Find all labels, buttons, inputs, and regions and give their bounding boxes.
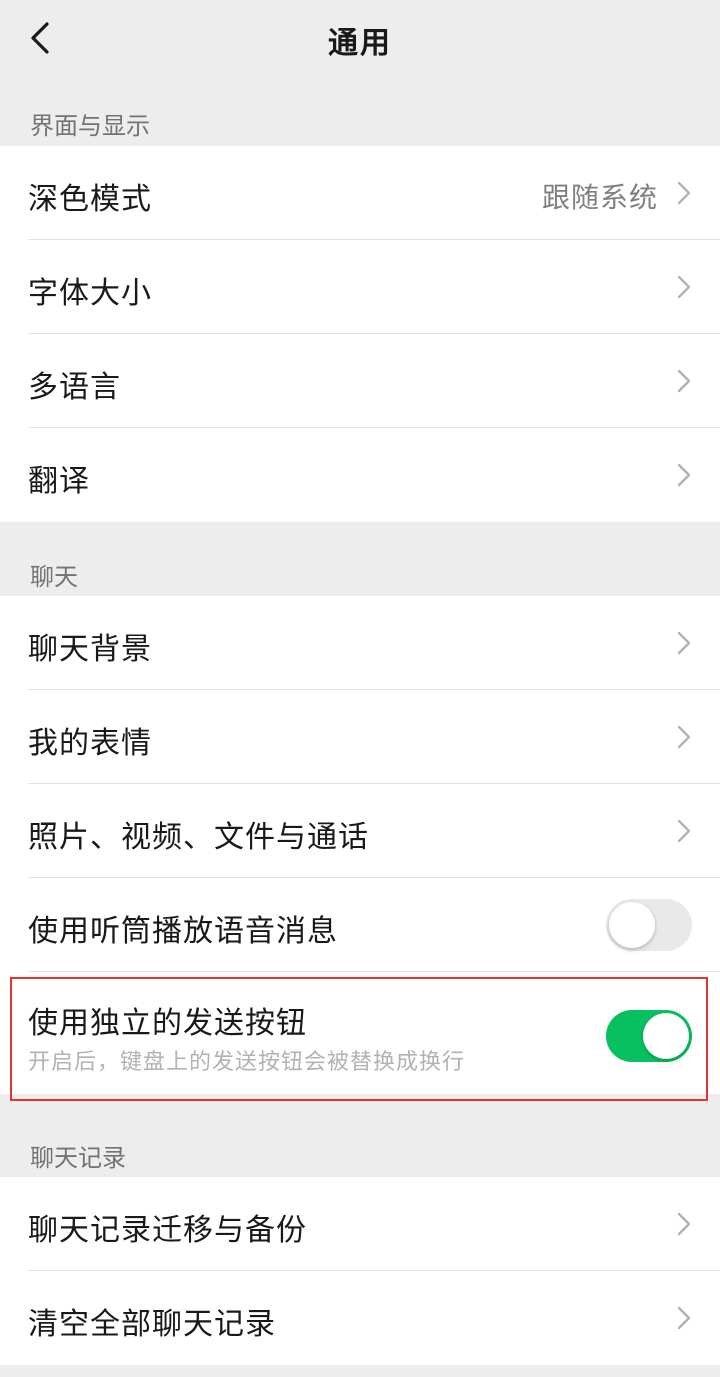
row-my-stickers[interactable]: 我的表情 [0,690,720,784]
row-label: 字体大小 [28,276,152,311]
row-label: 我的表情 [28,726,152,761]
row-label: 照片、视频、文件与通话 [28,820,369,855]
chevron-right-icon [677,369,691,393]
row-value: 跟随系统 [541,181,658,214]
chevron-right-icon [677,725,691,749]
row-label: 使用听筒播放语音消息 [28,914,338,949]
row-language[interactable]: 多语言 [0,334,720,428]
row-separate-send-button: 使用独立的发送按钮 开启后，键盘上的发送按钮会被替换成换行 [0,972,720,1094]
chevron-right-icon [677,1306,691,1330]
toggle-knob [609,902,655,948]
row-sublabel: 开启后，键盘上的发送按钮会被替换成换行 [28,1050,466,1075]
chevron-right-icon [677,1212,691,1236]
settings-group-chat-history: 聊天记录迁移与备份 清空全部聊天记录 [0,1177,720,1365]
row-label: 翻译 [28,464,90,499]
section-header-display: 界面与显示 [30,112,150,140]
page-title: 通用 [328,26,392,61]
settings-group-display: 深色模式 跟随系统 字体大小 多语言 翻译 [0,146,720,522]
row-clear-history[interactable]: 清空全部聊天记录 [0,1271,720,1365]
toggle-knob [643,1013,689,1059]
row-font-size[interactable]: 字体大小 [0,240,720,334]
row-label: 多语言 [28,370,121,405]
chevron-right-icon [677,819,691,843]
row-chat-background[interactable]: 聊天背景 [0,596,720,690]
row-translate[interactable]: 翻译 [0,428,720,522]
nav-bar: 通用 [0,0,720,78]
row-media-files-calls[interactable]: 照片、视频、文件与通话 [0,784,720,878]
row-earpiece-playback: 使用听筒播放语音消息 [0,878,720,972]
row-label: 清空全部聊天记录 [28,1307,276,1342]
chevron-right-icon [677,463,691,487]
section-header-chat-history: 聊天记录 [30,1144,126,1172]
chevron-right-icon [677,181,691,205]
send-button-toggle[interactable] [606,1010,692,1062]
row-dark-mode[interactable]: 深色模式 跟随系统 [0,146,720,240]
row-migrate-backup[interactable]: 聊天记录迁移与备份 [0,1177,720,1271]
section-header-chat: 聊天 [30,563,78,591]
row-label: 深色模式 [28,182,152,217]
row-label: 使用独立的发送按钮 [28,1006,307,1041]
chevron-right-icon [677,631,691,655]
row-label: 聊天背景 [28,632,152,667]
earpiece-toggle[interactable] [606,899,692,951]
chevron-right-icon [677,275,691,299]
row-label: 聊天记录迁移与备份 [28,1213,307,1248]
settings-group-chat: 聊天背景 我的表情 照片、视频、文件与通话 使用听筒播放语音消息 使用独立的发送… [0,596,720,1094]
